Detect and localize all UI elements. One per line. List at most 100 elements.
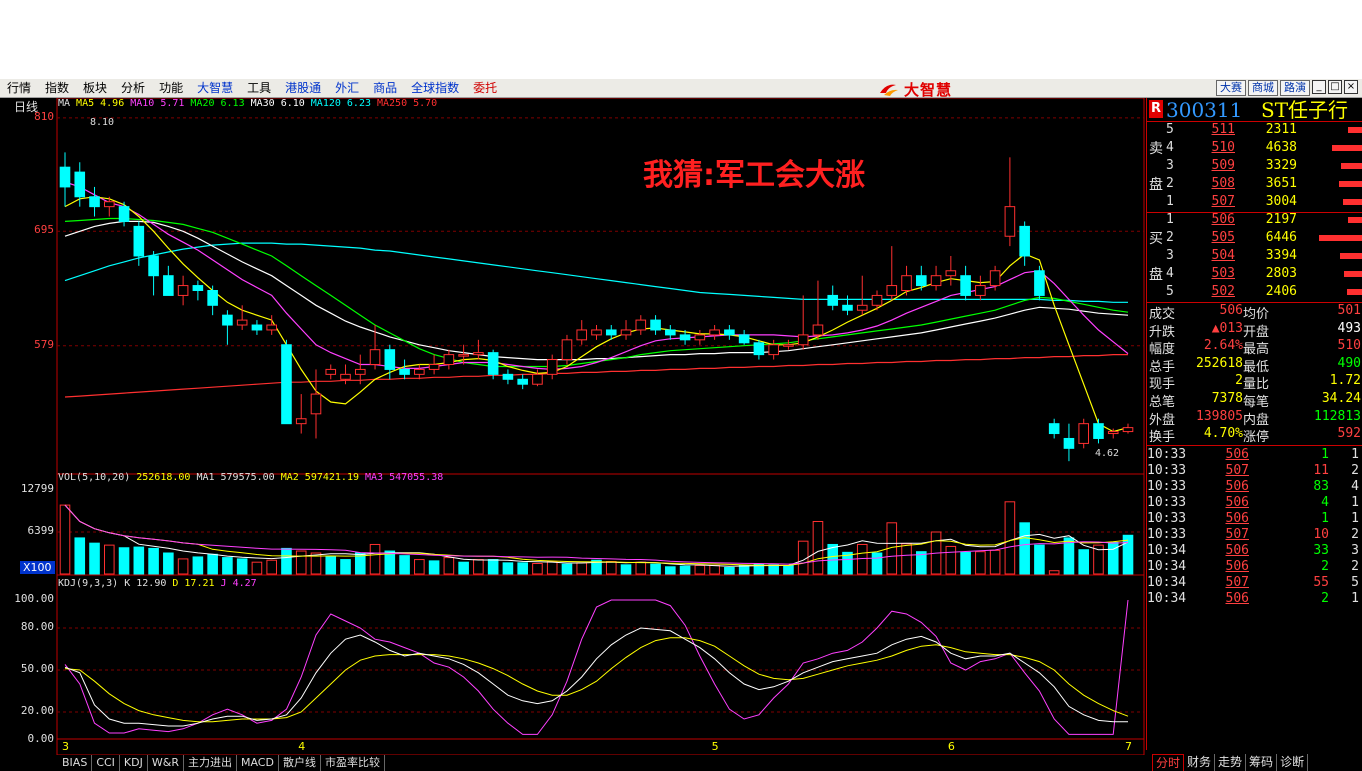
ask-price[interactable]: 508 [1193, 176, 1235, 191]
menu-item[interactable]: 港股通 [278, 79, 328, 98]
stat-value: 252618 [1196, 355, 1243, 371]
volume-bar [812, 520, 824, 575]
indicator-tab[interactable]: 市盈率比较 [321, 755, 385, 771]
volume-bar [665, 566, 676, 575]
candle-body [1063, 437, 1075, 449]
sell-row: 2 508 3651 [1147, 176, 1362, 194]
volume-bar [118, 547, 130, 575]
menu-item[interactable]: 大智慧 [190, 79, 240, 98]
menu-item[interactable]: 行情 [0, 79, 38, 98]
level-index: 5 [1166, 284, 1174, 299]
candle-body [856, 304, 868, 311]
menu-item[interactable]: 板块 [76, 79, 114, 98]
minimize-icon[interactable]: _ [1312, 80, 1326, 94]
menu-item[interactable]: 指数 [38, 79, 76, 98]
indicator-tab[interactable]: W&R [148, 755, 184, 771]
menu-item[interactable]: 外汇 [328, 79, 366, 98]
price-axis-label: 810 [34, 109, 54, 123]
volume-bar [207, 553, 218, 575]
top-button[interactable]: 大赛 [1216, 80, 1246, 96]
quote-tab[interactable]: 走势 [1215, 754, 1247, 771]
bid-price[interactable]: 505 [1193, 230, 1235, 245]
indicator-tab[interactable]: 散户线 [279, 755, 321, 771]
close-icon[interactable]: × [1344, 80, 1358, 94]
indicator-tab[interactable]: 主力进出 [184, 755, 237, 771]
tick-count: 1 [1351, 511, 1359, 526]
ask-price[interactable]: 509 [1193, 158, 1235, 173]
ask-price[interactable]: 510 [1193, 140, 1235, 155]
tick-row: 10:33 506 4 1 [1147, 495, 1362, 511]
ask-price[interactable]: 507 [1193, 194, 1235, 209]
candle-body [1122, 427, 1134, 433]
tick-price: 506 [1225, 591, 1249, 606]
quote-tab[interactable]: 筹码 [1246, 754, 1278, 771]
candle-body [576, 329, 588, 341]
stat-label: 最高 [1243, 342, 1270, 358]
ask-price[interactable]: 511 [1193, 122, 1235, 137]
user-annotation[interactable]: 我猜:军工会大涨 [643, 150, 865, 194]
tick-count: 4 [1351, 479, 1359, 494]
menu-item[interactable]: 全球指数 [404, 79, 466, 98]
stat-row: 换手 4.70% 涨停 592 [1147, 426, 1362, 445]
menu-item[interactable]: 商品 [366, 79, 404, 98]
bid-volume: 2406 [1265, 284, 1297, 299]
menu-item[interactable]: 委托 [466, 79, 504, 98]
kdj-j-line [64, 599, 1129, 735]
quote-tab[interactable]: 诊断 [1277, 754, 1309, 771]
stock-name[interactable]: ST任子行 [1261, 98, 1348, 122]
candle-body [163, 275, 174, 296]
stock-code[interactable]: 300311 [1166, 98, 1242, 122]
stat-row: 成交 506 均价 501 [1147, 303, 1362, 322]
stat-label: 最低 [1243, 359, 1270, 375]
candle-body [989, 270, 1001, 287]
indicator-tab[interactable]: BIAS [58, 755, 93, 771]
bid-price[interactable]: 506 [1193, 212, 1235, 227]
quote-tab[interactable]: 财务 [1184, 754, 1216, 771]
candle-body [901, 275, 912, 291]
bid-price[interactable]: 502 [1193, 284, 1235, 299]
kline-chart[interactable] [0, 98, 1146, 755]
level-index: 4 [1166, 266, 1174, 281]
volume-bar [1122, 534, 1134, 575]
candle-body [443, 354, 455, 365]
legend-item: VOL(5,10,20) [58, 472, 131, 483]
tick-price: 507 [1225, 527, 1249, 542]
stat-value: 34.24 [1321, 391, 1361, 406]
volume-bar [945, 545, 957, 575]
restore-icon[interactable]: □ [1328, 80, 1342, 94]
brand-logo: 大智慧 [878, 80, 952, 99]
legend-item: MA1 579575.00 [196, 472, 275, 483]
stat-value: 510 [1337, 338, 1361, 354]
menu-item[interactable]: 工具 [240, 79, 278, 98]
level-index: 2 [1166, 230, 1174, 245]
bid-price[interactable]: 503 [1193, 266, 1235, 281]
tick-time: 10:34 [1147, 591, 1187, 606]
volume-bar [1346, 289, 1362, 295]
top-right-buttons: 大赛 商城 路演 _ □ × [1216, 80, 1358, 96]
candle-body [605, 329, 617, 336]
indicator-tab[interactable]: MACD [237, 755, 279, 771]
indicator-tab[interactable]: CCI [92, 755, 120, 771]
menu-item[interactable]: 功能 [152, 79, 190, 98]
bid-price[interactable]: 504 [1193, 248, 1235, 263]
tick-time: 10:33 [1147, 527, 1187, 542]
tick-row: 10:34 506 2 2 [1147, 559, 1362, 575]
top-button[interactable]: 商城 [1248, 80, 1278, 96]
volume-bar [295, 550, 307, 575]
sell-row: 4 510 4638 [1147, 140, 1362, 158]
volume-bar [428, 560, 440, 575]
tick-row: 10:34 507 55 5 [1147, 575, 1362, 591]
quote-tab[interactable]: 分时 [1152, 754, 1185, 771]
candle-body [1093, 423, 1104, 439]
tick-price: 506 [1225, 447, 1249, 462]
candle-body [975, 285, 986, 296]
top-button[interactable]: 路演 [1280, 80, 1310, 96]
tick-time: 10:34 [1147, 575, 1187, 590]
indicator-tab[interactable]: KDJ [120, 755, 148, 771]
volume-bar [546, 561, 558, 575]
tick-price: 506 [1225, 495, 1249, 510]
menu-item[interactable]: 分析 [114, 79, 152, 98]
volume-bar [1340, 253, 1362, 259]
tick-volume: 1 [1321, 511, 1329, 526]
stat-value: 506 [1219, 303, 1243, 318]
